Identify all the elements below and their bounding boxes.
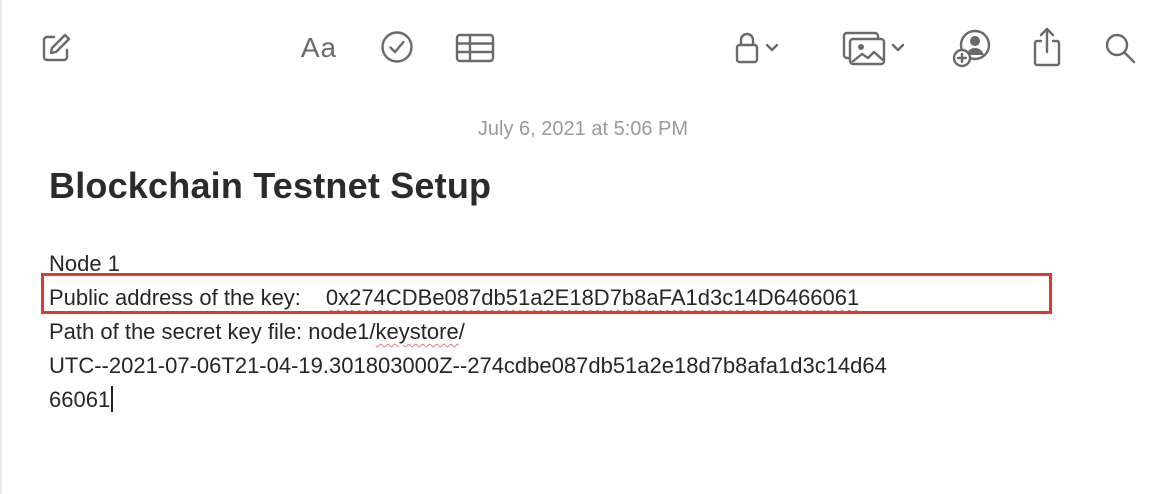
address-line: Public address of the key: 0x274CDBe087db…	[49, 281, 1149, 315]
share-icon	[1030, 26, 1064, 68]
path-line: Path of the secret key file: node1/keyst…	[49, 315, 1149, 349]
table-icon	[454, 31, 496, 65]
path-line-3-text: 66061	[49, 387, 111, 412]
node-line: Node 1	[49, 251, 120, 276]
media-button[interactable]	[834, 28, 914, 68]
compose-icon	[38, 30, 74, 66]
format-button[interactable]: Aa	[294, 28, 344, 68]
checklist-button[interactable]	[377, 27, 417, 67]
path-keystore: keystore	[375, 319, 459, 344]
toolbar: Aa	[0, 0, 1166, 100]
note-title[interactable]: Blockchain Testnet Setup	[49, 165, 491, 207]
note-date: July 6, 2021 at 5:06 PM	[477, 118, 689, 140]
search-button[interactable]	[1100, 28, 1140, 68]
path-label: Path of the secret key file: node1/	[49, 319, 376, 344]
path-line-2: UTC--2021-07-06T21-04-19.301803000Z--274…	[49, 353, 887, 378]
share-button[interactable]	[1027, 24, 1067, 70]
chevron-down-icon	[763, 41, 781, 55]
lock-button[interactable]	[726, 28, 788, 68]
format-label: Aa	[300, 32, 338, 63]
path-slash: /	[458, 319, 465, 344]
search-icon	[1103, 31, 1137, 65]
lock-icon	[733, 30, 763, 66]
address-value: 0x274CDBe087db51a2E18D7b8aFA1d3c14D64660…	[325, 285, 860, 310]
photo-icon	[841, 30, 889, 66]
checkmark-circle-icon	[379, 29, 415, 65]
add-person-icon	[951, 27, 993, 69]
collaborate-button[interactable]	[950, 26, 994, 70]
chevron-down-icon	[889, 41, 907, 55]
text-cursor	[111, 386, 114, 412]
compose-button[interactable]	[36, 28, 76, 68]
address-label: Public address of the key:	[49, 285, 301, 310]
table-button[interactable]	[453, 28, 497, 68]
note-body[interactable]: Node 1 Public address of the key: 0x274CD…	[49, 247, 1149, 417]
path-line-3: 66061	[49, 383, 1149, 417]
